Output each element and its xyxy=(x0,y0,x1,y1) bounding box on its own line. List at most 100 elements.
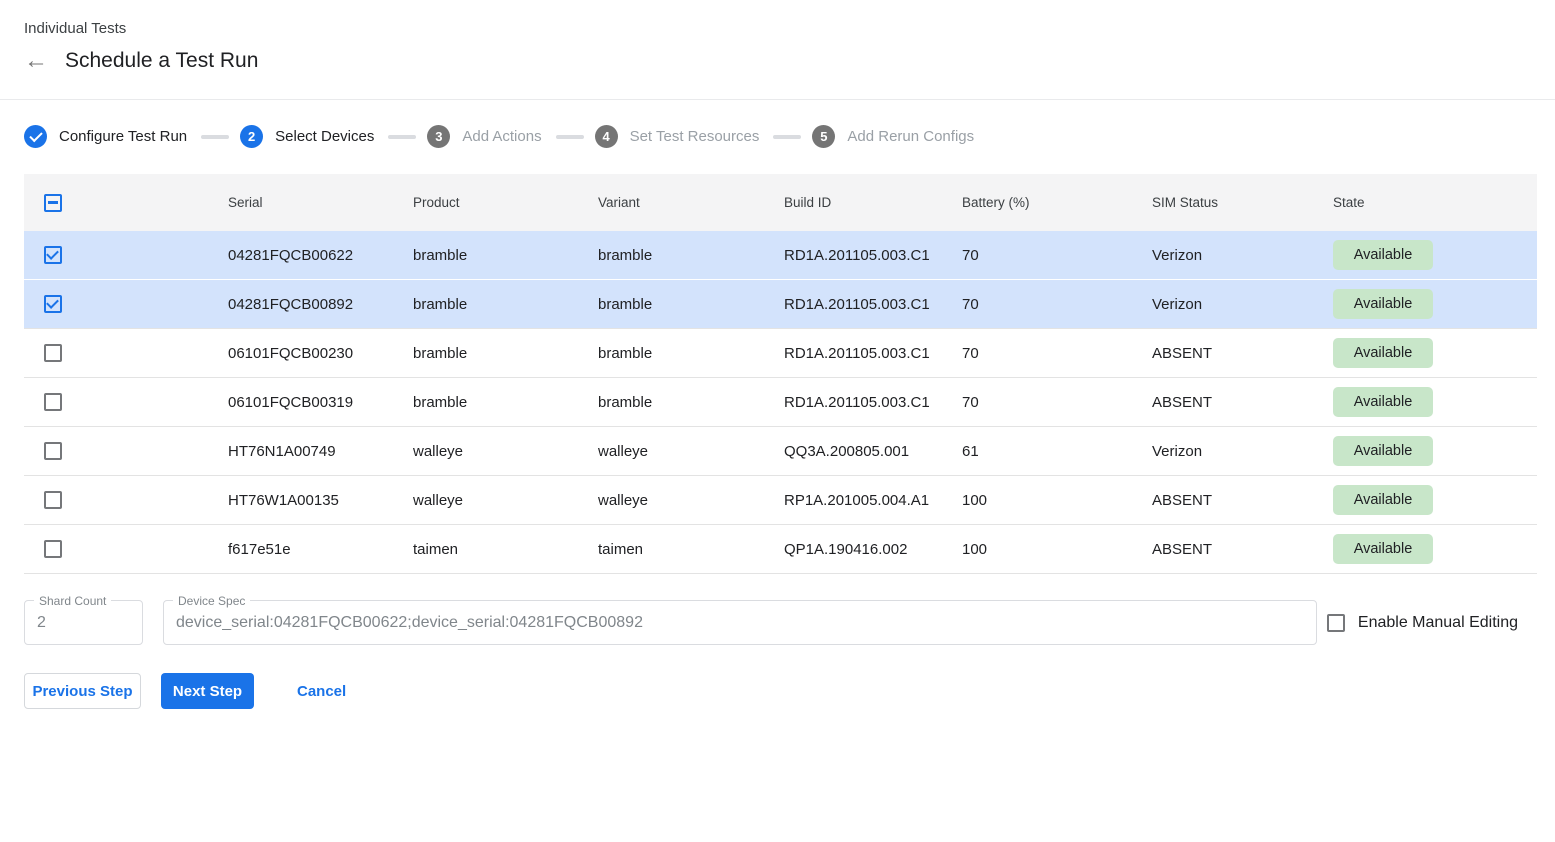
step-connector xyxy=(773,135,801,139)
step-label: Add Rerun Configs xyxy=(847,128,974,145)
device-table: Serial Product Variant Build ID Battery … xyxy=(24,174,1537,574)
cancel-button[interactable]: Cancel xyxy=(289,673,354,709)
table-row[interactable]: 04281FQCB00622 bramble bramble RD1A.2011… xyxy=(24,231,1537,280)
step-label: Select Devices xyxy=(275,128,374,145)
cell-battery: 70 xyxy=(962,394,1152,411)
row-checkbox[interactable] xyxy=(44,540,62,558)
state-badge: Available xyxy=(1333,338,1433,368)
cell-serial: f617e51e xyxy=(228,541,413,558)
cell-variant: taimen xyxy=(598,541,784,558)
stepper-step-configure-test-run[interactable]: 1 Configure Test Run xyxy=(24,125,187,148)
cell-battery: 70 xyxy=(962,247,1152,264)
cell-build-id: QP1A.190416.002 xyxy=(784,541,962,558)
step-connector xyxy=(201,135,229,139)
row-checkbox[interactable] xyxy=(44,344,62,362)
stepper-step-add-actions[interactable]: 3 Add Actions xyxy=(427,125,541,148)
row-checkbox[interactable] xyxy=(44,295,62,313)
cell-variant: bramble xyxy=(598,296,784,313)
cell-sim-status: ABSENT xyxy=(1152,394,1333,411)
cell-battery: 61 xyxy=(962,443,1152,460)
column-header-sim-status: SIM Status xyxy=(1152,195,1333,210)
cell-serial: 04281FQCB00892 xyxy=(228,296,413,313)
cell-build-id: RP1A.201005.004.A1 xyxy=(784,492,962,509)
cell-variant: bramble xyxy=(598,394,784,411)
column-header-build-id: Build ID xyxy=(784,195,962,210)
state-badge: Available xyxy=(1333,485,1433,515)
cell-sim-status: ABSENT xyxy=(1152,345,1333,362)
cell-product: taimen xyxy=(413,541,598,558)
stepper-step-add-rerun-configs[interactable]: 5 Add Rerun Configs xyxy=(812,125,974,148)
cell-sim-status: Verizon xyxy=(1152,443,1333,460)
cell-serial: 06101FQCB00230 xyxy=(228,345,413,362)
cell-build-id: RD1A.201105.003.C1 xyxy=(784,394,962,411)
enable-manual-editing-label: Enable Manual Editing xyxy=(1358,614,1518,632)
step-3-indicator: 3 xyxy=(427,125,450,148)
shard-count-field[interactable]: Shard Count xyxy=(24,600,143,645)
cell-product: bramble xyxy=(413,394,598,411)
step-5-indicator: 5 xyxy=(812,125,835,148)
cell-build-id: QQ3A.200805.001 xyxy=(784,443,962,460)
step-connector xyxy=(388,135,416,139)
cell-build-id: RD1A.201105.003.C1 xyxy=(784,296,962,313)
device-spec-field[interactable]: Device Spec xyxy=(163,600,1317,645)
cell-serial: HT76W1A00135 xyxy=(228,492,413,509)
device-spec-label: Device Spec xyxy=(173,594,250,608)
cell-variant: bramble xyxy=(598,345,784,362)
cell-sim-status: ABSENT xyxy=(1152,541,1333,558)
cell-variant: bramble xyxy=(598,247,784,264)
cell-variant: walleye xyxy=(598,443,784,460)
cell-variant: walleye xyxy=(598,492,784,509)
row-checkbox[interactable] xyxy=(44,393,62,411)
wizard-actions: Previous Step Next Step Cancel xyxy=(24,673,1555,709)
cell-battery: 70 xyxy=(962,296,1152,313)
step-label: Set Test Resources xyxy=(630,128,760,145)
cell-product: walleye xyxy=(413,443,598,460)
cell-sim-status: Verizon xyxy=(1152,247,1333,264)
device-spec-section: Shard Count Device Spec Enable Manual Ed… xyxy=(24,600,1518,645)
state-badge: Available xyxy=(1333,289,1433,319)
state-badge: Available xyxy=(1333,436,1433,466)
enable-manual-editing-checkbox[interactable] xyxy=(1327,614,1345,632)
state-badge: Available xyxy=(1333,534,1433,564)
step-1-indicator-check-icon: 1 xyxy=(24,125,47,148)
stepper-step-set-test-resources[interactable]: 4 Set Test Resources xyxy=(595,125,760,148)
page-title: Schedule a Test Run xyxy=(65,49,258,73)
breadcrumb: Individual Tests xyxy=(24,20,1531,37)
table-row[interactable]: 06101FQCB00319 bramble bramble RD1A.2011… xyxy=(24,378,1537,427)
table-row[interactable]: f617e51e taimen taimen QP1A.190416.002 1… xyxy=(24,525,1537,574)
row-checkbox[interactable] xyxy=(44,442,62,460)
arrow-back-icon: ← xyxy=(24,47,48,74)
table-row[interactable]: HT76W1A00135 walleye walleye RP1A.201005… xyxy=(24,476,1537,525)
select-all-checkbox[interactable] xyxy=(44,194,62,212)
step-label: Configure Test Run xyxy=(59,128,187,145)
back-button[interactable]: ← xyxy=(24,47,52,75)
device-spec-input[interactable] xyxy=(164,601,1316,644)
row-checkbox[interactable] xyxy=(44,246,62,264)
cell-product: bramble xyxy=(413,296,598,313)
column-header-variant: Variant xyxy=(598,195,784,210)
previous-step-button[interactable]: Previous Step xyxy=(24,673,141,709)
table-header-row: Serial Product Variant Build ID Battery … xyxy=(24,174,1537,231)
stepper-step-select-devices[interactable]: 2 Select Devices xyxy=(240,125,374,148)
table-row[interactable]: HT76N1A00749 walleye walleye QQ3A.200805… xyxy=(24,427,1537,476)
next-step-button[interactable]: Next Step xyxy=(161,673,254,709)
cell-battery: 70 xyxy=(962,345,1152,362)
cell-build-id: RD1A.201105.003.C1 xyxy=(784,247,962,264)
table-row[interactable]: 04281FQCB00892 bramble bramble RD1A.2011… xyxy=(24,280,1537,329)
step-4-indicator: 4 xyxy=(595,125,618,148)
step-label: Add Actions xyxy=(462,128,541,145)
table-row[interactable]: 06101FQCB00230 bramble bramble RD1A.2011… xyxy=(24,329,1537,378)
column-header-serial: Serial xyxy=(228,195,413,210)
cell-sim-status: ABSENT xyxy=(1152,492,1333,509)
cell-serial: 06101FQCB00319 xyxy=(228,394,413,411)
cell-product: walleye xyxy=(413,492,598,509)
page-header: Individual Tests ← Schedule a Test Run xyxy=(0,0,1555,100)
state-badge: Available xyxy=(1333,387,1433,417)
row-checkbox[interactable] xyxy=(44,491,62,509)
cell-serial: HT76N1A00749 xyxy=(228,443,413,460)
column-header-state: State xyxy=(1333,195,1537,210)
stepper: 1 Configure Test Run 2 Select Devices 3 … xyxy=(0,100,1555,148)
table-body: 04281FQCB00622 bramble bramble RD1A.2011… xyxy=(24,231,1537,574)
cell-sim-status: Verizon xyxy=(1152,296,1333,313)
enable-manual-editing-control[interactable]: Enable Manual Editing xyxy=(1327,614,1518,632)
